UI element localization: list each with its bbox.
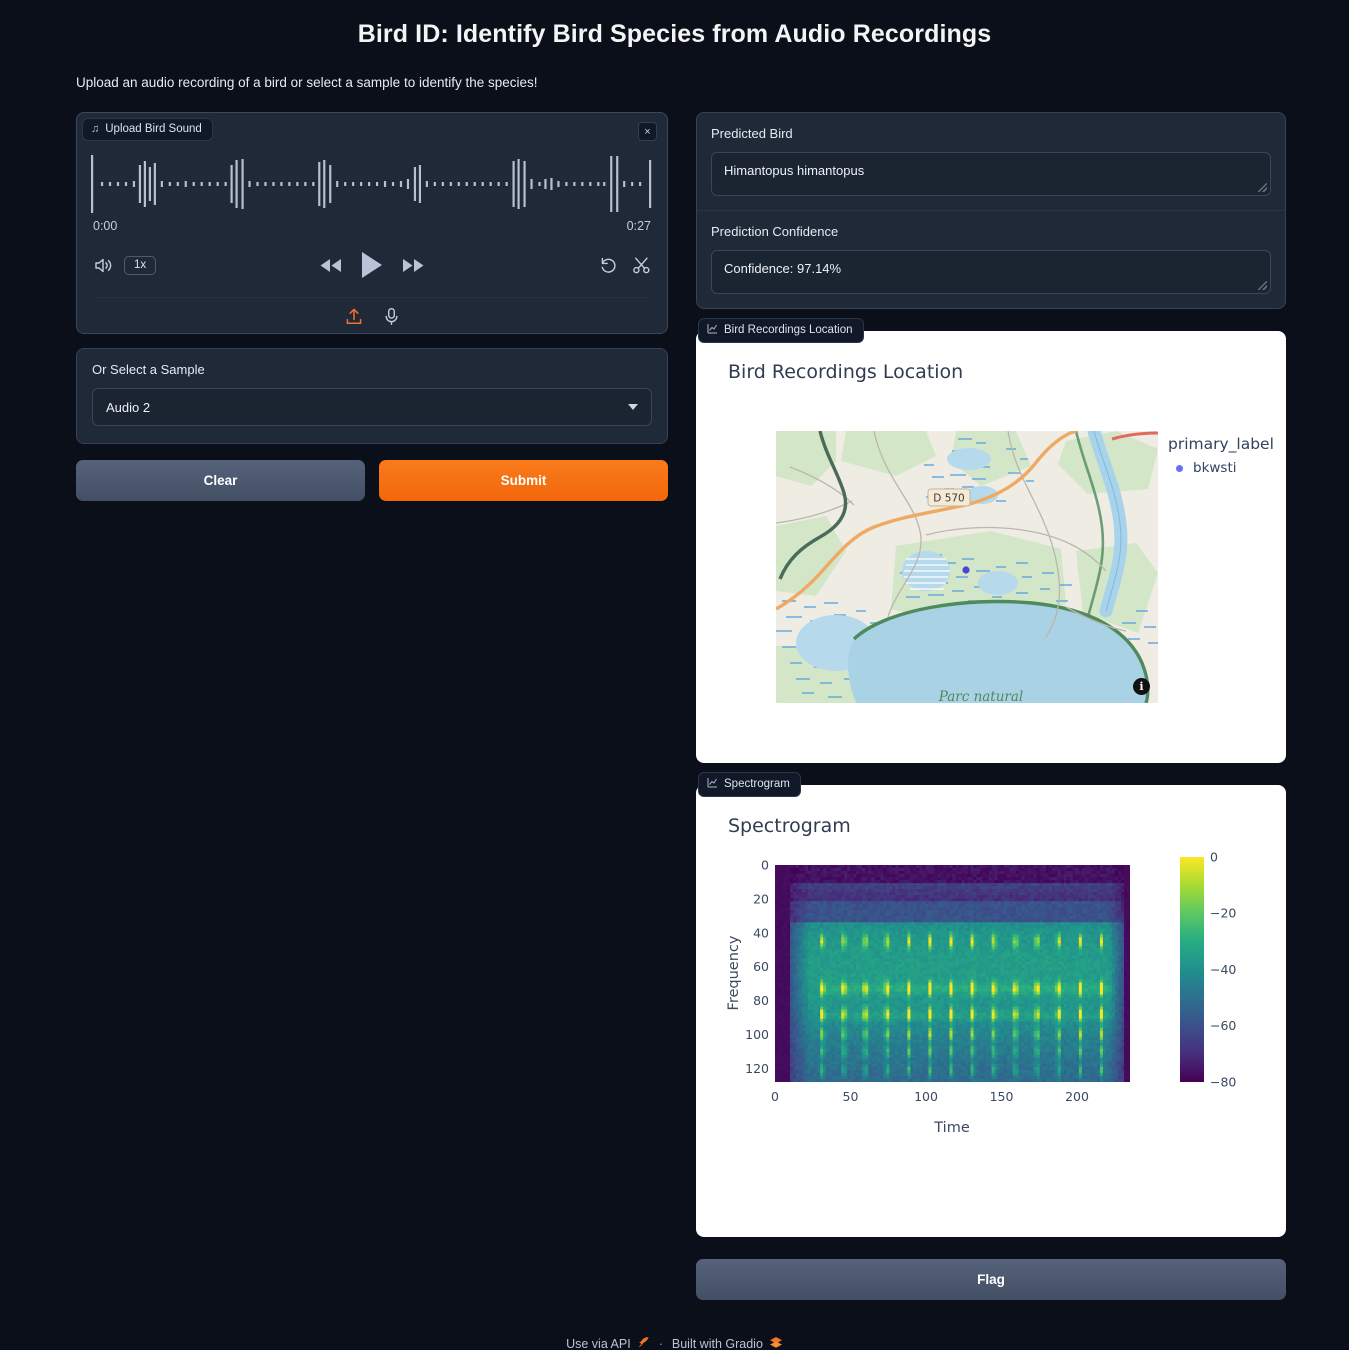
sample-select-input[interactable]: Audio 2	[92, 388, 652, 426]
spectrogram-tab-label: Spectrogram	[724, 778, 790, 790]
plot-icon	[707, 777, 718, 791]
audio-tab-label: Upload Bird Sound	[105, 123, 202, 135]
close-icon[interactable]: ×	[638, 122, 657, 141]
audio-time-row: 0:00 0:27	[93, 219, 651, 233]
map-legend-title: primary_label	[1168, 435, 1274, 453]
spectrogram-figure: 0 20 40 60 80 100 120 0 50 100 150 200 T…	[696, 837, 1286, 1237]
predicted-bird-value[interactable]: Himantopus himantopus	[711, 152, 1271, 196]
spectrogram-panel: Spectrogram Spectrogram 0 20 40 60 80 10…	[696, 772, 1286, 1237]
info-icon[interactable]: i	[1133, 678, 1150, 695]
sample-select-block: Or Select a Sample Audio 2	[76, 348, 668, 444]
spectrogram-canvas[interactable]: 0 20 40 60 80 100 120 0 50 100 150 200 T…	[718, 851, 1266, 1151]
audio-player: ♫ Upload Bird Sound × 0:00 0:27 1x	[76, 112, 668, 334]
sample-select-value: Audio 2	[106, 399, 151, 415]
audio-component-tab: ♫ Upload Bird Sound	[82, 118, 213, 141]
map-canvas[interactable]: D 570 Parc natural i	[776, 431, 1158, 703]
rewind-icon[interactable]	[319, 257, 343, 274]
gradio-logo-icon	[769, 1336, 783, 1350]
audio-duration: 0:27	[626, 219, 651, 233]
audio-controls: 1x	[93, 248, 651, 282]
sample-select-label: Or Select a Sample	[92, 362, 205, 377]
action-button-row: Clear Submit	[76, 460, 668, 501]
audio-current-time: 0:00	[93, 219, 118, 233]
fast-forward-icon[interactable]	[401, 257, 425, 274]
map-legend: primary_label bkwsti	[1168, 435, 1274, 476]
page-title: Bird ID: Identify Bird Species from Audi…	[357, 20, 992, 48]
predicted-bird-label: Predicted Bird	[711, 126, 793, 141]
right-column: Predicted Bird Himantopus himantopus Pre…	[696, 112, 1286, 1300]
audio-divider	[93, 297, 651, 298]
main-columns: ♫ Upload Bird Sound × 0:00 0:27 1x Or Se…	[0, 90, 1349, 1300]
upload-icon[interactable]	[345, 307, 363, 326]
map-legend-item-label: bkwsti	[1193, 460, 1237, 476]
use-via-api-link[interactable]: Use via API	[566, 1336, 650, 1350]
clear-button[interactable]: Clear	[76, 460, 365, 501]
map-figure: D 570 Parc natural i primary_label bkwst…	[696, 383, 1286, 763]
built-with-gradio-link[interactable]: Built with Gradio	[672, 1336, 783, 1350]
prediction-confidence-label: Prediction Confidence	[711, 224, 839, 239]
submit-button[interactable]: Submit	[379, 460, 668, 501]
map-tab-label: Bird Recordings Location	[724, 324, 853, 336]
page-subtitle: Upload an audio recording of a bird or s…	[76, 75, 538, 90]
svg-text:D 570: D 570	[933, 493, 964, 505]
plot-icon	[707, 323, 718, 337]
legend-marker-icon	[1176, 464, 1183, 472]
music-note-icon: ♫	[91, 122, 100, 135]
built-with-gradio-label: Built with Gradio	[671, 1337, 763, 1350]
audio-waveform[interactable]	[91, 153, 653, 215]
map-component-tab: Bird Recordings Location	[698, 318, 864, 343]
map-panel: Bird Recordings Location Bird Recordings…	[696, 318, 1286, 763]
app-root: Bird ID: Identify Bird Species from Audi…	[0, 20, 1349, 1350]
audio-source-row	[77, 307, 667, 326]
use-via-api-label: Use via API	[566, 1337, 631, 1350]
microphone-icon[interactable]	[383, 307, 400, 326]
spectrogram-component-tab: Spectrogram	[698, 772, 801, 797]
flag-button[interactable]: Flag	[696, 1259, 1286, 1300]
rocket-icon	[637, 1336, 650, 1350]
prediction-output-block: Predicted Bird Himantopus himantopus Pre…	[696, 112, 1286, 309]
play-icon[interactable]	[359, 250, 385, 280]
svg-text:Parc natural: Parc natural	[938, 689, 1024, 703]
footer: Use via API · Built with Gradio	[0, 1336, 1349, 1350]
map-legend-item[interactable]: bkwsti	[1168, 460, 1274, 476]
prediction-confidence-value[interactable]: Confidence: 97.14%	[711, 250, 1271, 294]
footer-separator: ·	[658, 1337, 663, 1350]
left-column: ♫ Upload Bird Sound × 0:00 0:27 1x Or Se…	[76, 112, 668, 501]
output-divider	[697, 210, 1285, 211]
chevron-down-icon	[628, 404, 638, 410]
map-road-label: D 570	[927, 488, 971, 507]
